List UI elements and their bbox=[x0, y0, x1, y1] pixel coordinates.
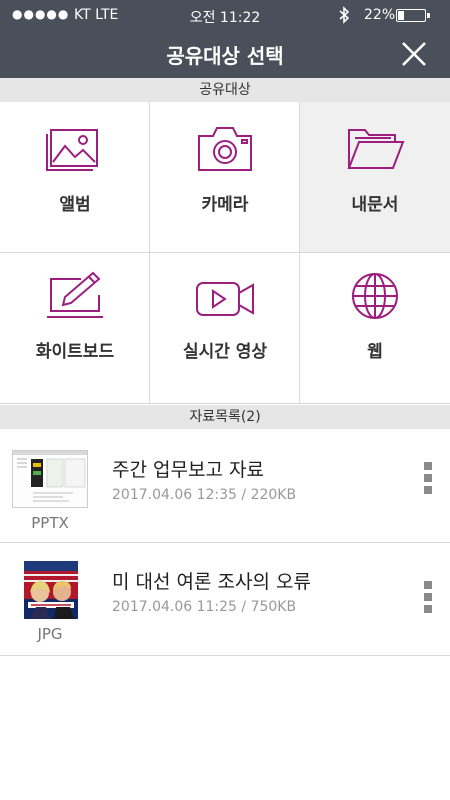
target-my-documents-label: 내문서 bbox=[351, 195, 399, 215]
page-title: 공유대상 선택 bbox=[166, 44, 284, 68]
battery-icon bbox=[396, 9, 430, 22]
list-item[interactable]: JPG 미 대선 여론 조사의 오류 2017.04.06 11:25 / 75… bbox=[0, 543, 450, 656]
battery-nub bbox=[427, 13, 430, 18]
target-camera-label: 카메라 bbox=[201, 195, 249, 215]
close-icon[interactable] bbox=[398, 38, 430, 70]
more-options-icon[interactable] bbox=[422, 462, 434, 498]
camera-icon bbox=[198, 127, 252, 171]
target-whiteboard[interactable]: 화이트보드 bbox=[0, 253, 150, 404]
album-icon bbox=[46, 129, 98, 171]
file-name: 주간 업무보고 자료 bbox=[112, 459, 264, 481]
target-album-label: 앨범 bbox=[59, 195, 91, 215]
file-meta: 2017.04.06 12:35 / 220KB bbox=[112, 487, 297, 503]
targets-section-header: 공유대상 bbox=[0, 78, 450, 102]
video-icon bbox=[196, 282, 254, 316]
pptx-thumbnail-image bbox=[13, 451, 87, 507]
header: 공유대상 선택 bbox=[0, 30, 450, 78]
more-options-icon[interactable] bbox=[422, 581, 434, 617]
battery-percent: 22% bbox=[364, 7, 396, 23]
status-bar: ●●●●● KT LTE 오전 11:22 22% bbox=[0, 0, 450, 30]
whiteboard-icon bbox=[47, 271, 103, 318]
file-type: JPG bbox=[37, 625, 63, 643]
globe-icon bbox=[352, 273, 398, 319]
target-web[interactable]: 웹 bbox=[300, 253, 450, 404]
file-name: 미 대선 여론 조사의 오류 bbox=[112, 571, 311, 593]
jpg-thumbnail-image bbox=[24, 561, 78, 619]
target-live-video[interactable]: 실시간 영상 bbox=[150, 253, 300, 404]
file-thumbnail bbox=[12, 450, 88, 508]
files-section-header: 자료목록(2) bbox=[0, 405, 450, 429]
file-thumbnail bbox=[24, 561, 78, 619]
folder-icon bbox=[347, 129, 405, 169]
target-album[interactable]: 앨범 bbox=[0, 102, 150, 253]
target-web-label: 웹 bbox=[367, 342, 383, 362]
share-target-grid: 앨범 카메라 내문서 화이트보드 실시간 영상 웹 bbox=[0, 102, 450, 404]
file-type: PPTX bbox=[31, 514, 69, 532]
target-camera[interactable]: 카메라 bbox=[150, 102, 300, 253]
battery-fill bbox=[398, 11, 405, 20]
file-meta: 2017.04.06 11:25 / 750KB bbox=[112, 599, 297, 615]
target-my-documents[interactable]: 내문서 bbox=[300, 102, 450, 253]
target-whiteboard-label: 화이트보드 bbox=[35, 342, 115, 362]
list-item[interactable]: PPTX 주간 업무보고 자료 2017.04.06 12:35 / 220KB bbox=[0, 430, 450, 543]
bluetooth-icon bbox=[339, 6, 350, 24]
target-live-video-label: 실시간 영상 bbox=[182, 342, 268, 362]
